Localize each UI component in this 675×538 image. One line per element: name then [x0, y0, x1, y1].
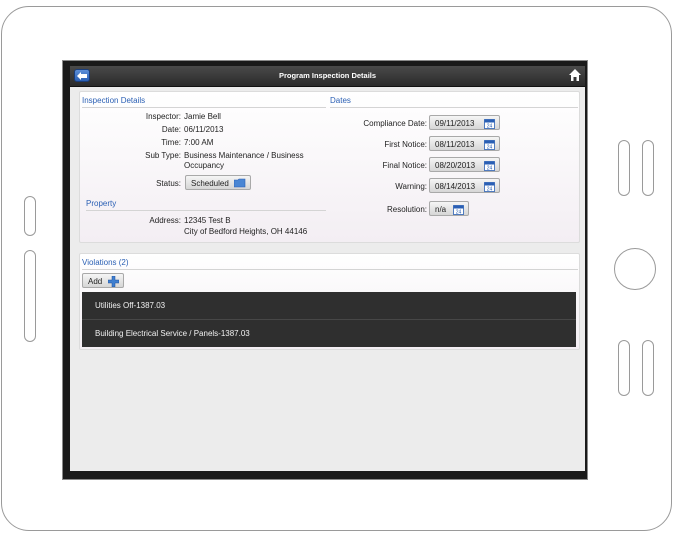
calendar-day: 24: [456, 210, 462, 216]
final-notice-value: 08/20/2013: [435, 161, 476, 170]
violation-item[interactable]: Building Electrical Service / Panels-138…: [82, 320, 576, 347]
divider: [82, 107, 326, 108]
time-label: Time:: [161, 138, 181, 147]
status-label: Status:: [156, 179, 181, 188]
calendar-icon: 24: [484, 140, 495, 151]
calendar-icon: 24: [484, 182, 495, 193]
app-window: Program Inspection Details Inspection De…: [70, 66, 585, 471]
first-notice-value: 08/11/2013: [435, 140, 475, 149]
violations-heading: Violations (2): [82, 258, 129, 267]
resolution-date-picker[interactable]: n/a 24: [429, 201, 469, 216]
add-violation-button[interactable]: Add: [82, 273, 124, 288]
address-label: Address:: [149, 216, 181, 225]
inspection-details-heading: Inspection Details: [82, 96, 146, 105]
device-home-button: [614, 248, 656, 290]
calendar-day: 24: [487, 145, 493, 151]
calendar-icon: 24: [484, 119, 495, 130]
address-line2: City of Bedford Heights, OH 44146: [184, 227, 308, 236]
dates-heading: Dates: [330, 96, 351, 105]
left-side-button-bottom: [24, 250, 36, 342]
address-line1: 12345 Test B: [184, 216, 231, 225]
time-value: 7:00 AM: [184, 138, 214, 147]
right-side-button-3: [618, 340, 630, 396]
add-label: Add: [88, 277, 103, 286]
calendar-icon: 24: [453, 205, 464, 216]
warning-label: Warning:: [395, 182, 427, 191]
status-value: Scheduled: [191, 179, 229, 188]
title-bar: Program Inspection Details: [70, 66, 585, 87]
folder-icon: [234, 178, 246, 188]
violation-label: Building Electrical Service / Panels-138…: [95, 329, 250, 338]
property-heading: Property: [86, 199, 117, 208]
date-label: Date:: [161, 125, 181, 134]
inspector-value: Jamie Bell: [184, 112, 221, 121]
right-side-button-1: [618, 140, 630, 196]
warning-date-picker[interactable]: 08/14/2013 24: [429, 178, 500, 193]
details-panel: Inspection Details Dates Inspector: Jami…: [79, 91, 580, 243]
warning-date-value: 08/14/2013: [435, 182, 476, 191]
subtype-value-line1: Business Maintenance / Business: [184, 151, 304, 160]
divider: [330, 107, 578, 108]
right-side-button-2: [642, 140, 654, 196]
calendar-day: 24: [487, 187, 493, 193]
first-notice-label: First Notice:: [384, 140, 427, 149]
divider: [82, 269, 578, 270]
calendar-icon: 24: [484, 161, 495, 172]
inspector-label: Inspector:: [145, 112, 181, 121]
subtype-value-line2: Occupancy: [184, 161, 225, 170]
compliance-date-picker[interactable]: 09/11/2013 24: [429, 115, 500, 130]
resolution-label: Resolution:: [386, 205, 427, 214]
resolution-value: n/a: [435, 205, 447, 214]
violation-label: Utilities Off-1387.03: [95, 301, 166, 310]
plus-icon: [108, 276, 119, 287]
compliance-date-value: 09/11/2013: [435, 119, 475, 128]
divider: [86, 210, 326, 211]
content-area: Inspection Details Dates Inspector: Jami…: [70, 87, 585, 471]
first-notice-picker[interactable]: 08/11/2013 24: [429, 136, 500, 151]
left-side-button-top: [24, 196, 36, 236]
status-select[interactable]: Scheduled: [185, 175, 251, 190]
date-value: 06/11/2013: [184, 125, 224, 134]
page-title: Program Inspection Details: [278, 71, 377, 80]
compliance-date-label: Compliance Date:: [363, 119, 427, 128]
home-icon[interactable]: [568, 68, 582, 82]
final-notice-label: Final Notice:: [382, 161, 427, 170]
calendar-day: 24: [487, 166, 493, 172]
violation-item[interactable]: Utilities Off-1387.03: [82, 292, 576, 319]
subtype-label: Sub Type:: [145, 151, 181, 160]
right-side-button-4: [642, 340, 654, 396]
calendar-day: 24: [487, 124, 493, 130]
final-notice-picker[interactable]: 08/20/2013 24: [429, 157, 500, 172]
